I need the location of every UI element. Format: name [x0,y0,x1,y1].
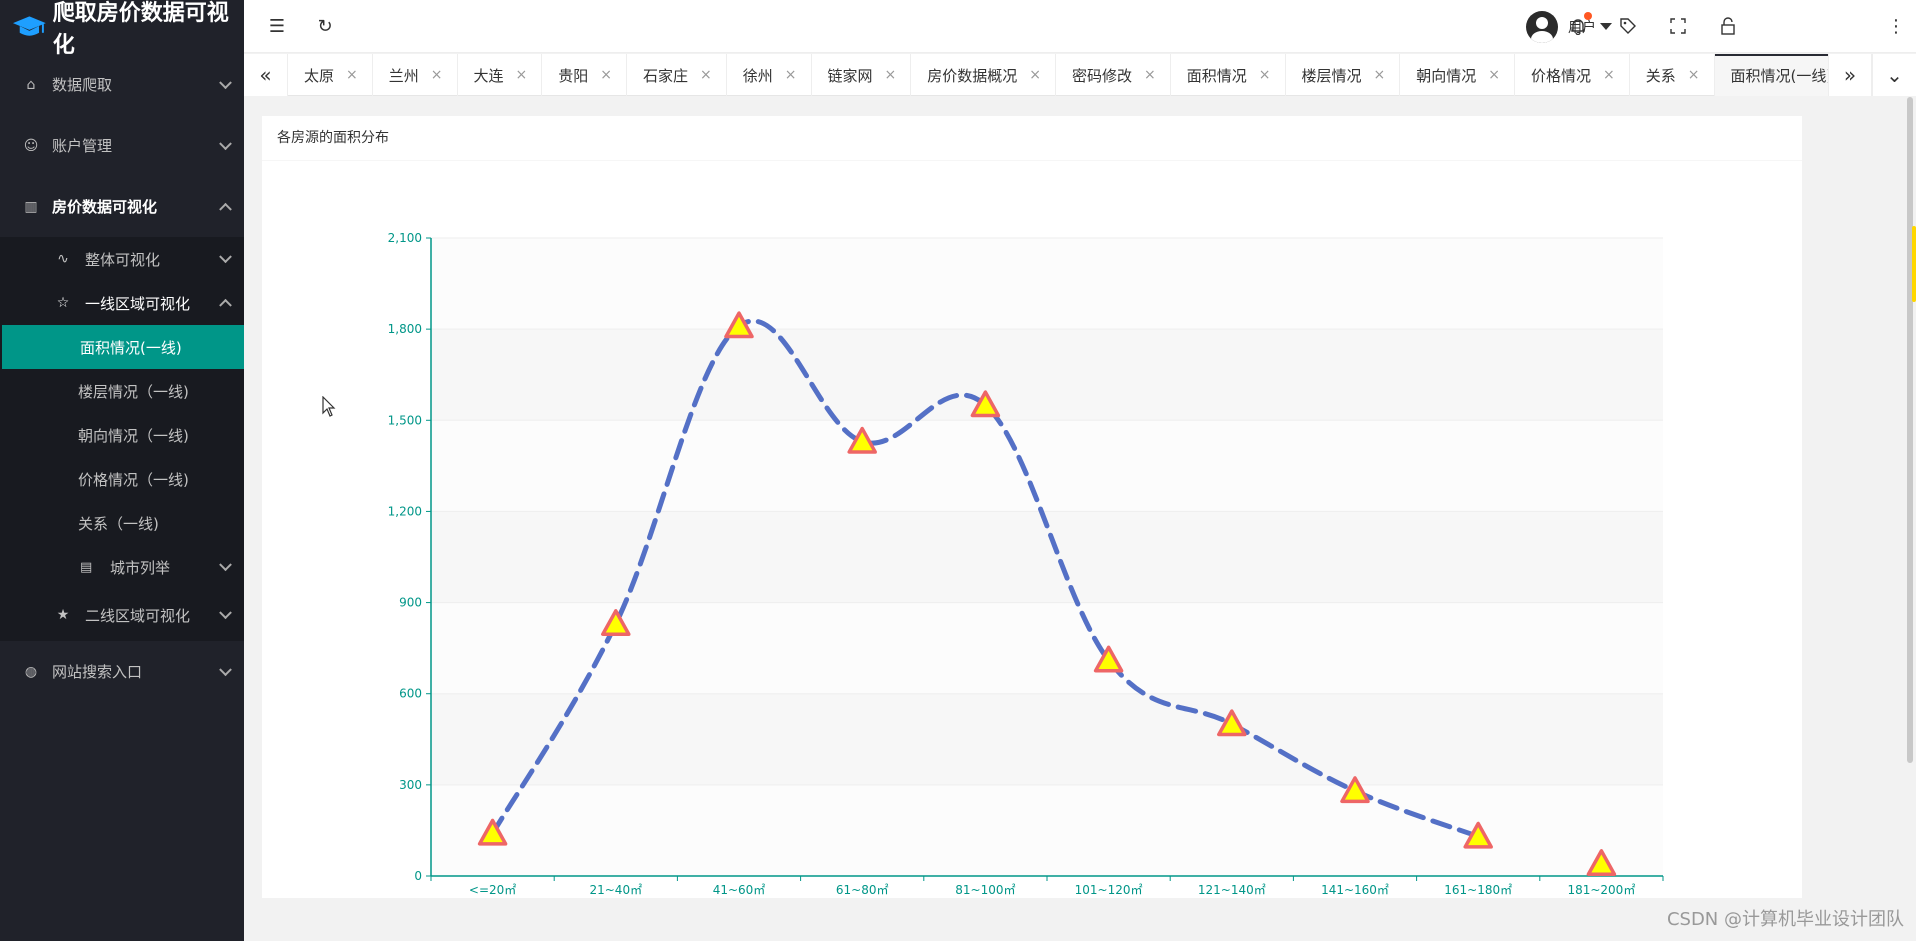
area-distribution-chart: 0 300 600 900 1,200 1,500 1,800 2,100 <=20㎡ 21~40… [388,231,1664,897]
x-tick-label: 61~80㎡ [836,883,889,897]
split-area [431,329,1663,421]
mouse-cursor-icon [322,396,336,417]
scrollbar-thumb[interactable] [1912,226,1916,302]
y-tick-label: 900 [399,596,422,610]
y-tick-label: 600 [399,687,422,701]
x-tick-label: 181~200㎡ [1567,883,1635,897]
y-tick-label: 300 [399,778,422,792]
y-tick-label: 0 [414,869,422,883]
y-tick-label: 1,800 [388,322,422,336]
scrollbar[interactable] [1907,97,1913,763]
y-tick-label: 1,200 [388,504,422,518]
y-tick-label: 1,500 [388,413,422,427]
split-area [431,420,1663,512]
watermark: CSDN @计算机毕业设计团队 [1666,909,1904,930]
x-tick-label: 21~40㎡ [589,883,642,897]
x-tick-label: 41~60㎡ [713,883,766,897]
x-tick-label: 161~180㎡ [1444,883,1512,897]
split-area [431,238,1663,330]
x-tick-label: 121~140㎡ [1198,883,1266,897]
x-tick-label: <=20㎡ [469,883,516,897]
y-tick-label: 2,100 [388,231,422,245]
split-area [431,693,1663,785]
x-tick-label: 141~160㎡ [1321,883,1389,897]
x-tick-label: 81~100㎡ [955,883,1015,897]
x-tick-label: 101~120㎡ [1075,883,1143,897]
